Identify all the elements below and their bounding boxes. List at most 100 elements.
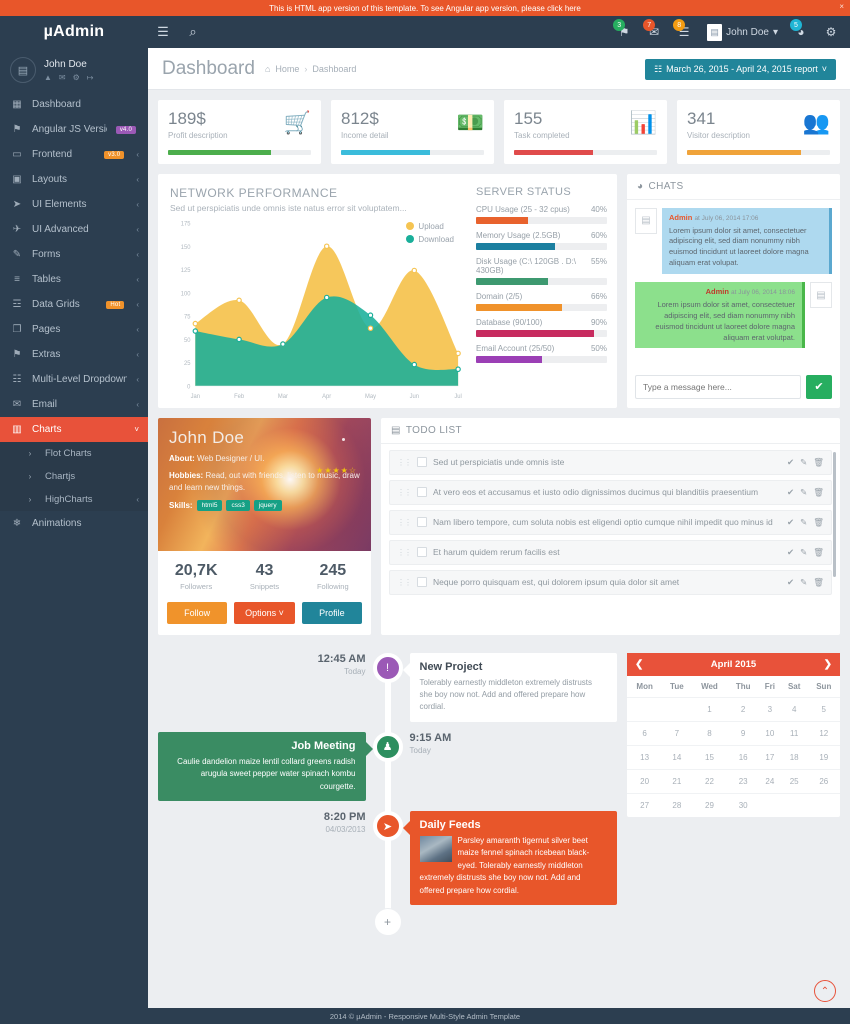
profile-button[interactable]: Profile: [301, 601, 362, 624]
submenu-link[interactable]: › Flot Charts: [0, 442, 148, 465]
calendar-day-cell[interactable]: 3: [758, 696, 781, 722]
sidebar-user[interactable]: ▤ John Doe ▲ ✉ ⚙ ↦: [0, 48, 148, 92]
todo-item[interactable]: ⋮⋮ Neque porro quisquam est, qui dolorem…: [389, 569, 832, 595]
calendar-day-cell[interactable]: 19: [807, 744, 840, 770]
calendar-day-cell[interactable]: 6: [627, 720, 663, 746]
delete-icon[interactable]: 🗑: [813, 487, 824, 498]
calendar-day-cell[interactable]: 28: [662, 792, 692, 817]
scroll-to-top-button[interactable]: ⌃: [814, 980, 836, 1002]
timeline-add-button[interactable]: +: [374, 908, 401, 935]
calendar-day-cell[interactable]: 24: [758, 768, 781, 794]
calendar-day-cell[interactable]: 9: [727, 720, 759, 746]
sidebar-link[interactable]: ❄ Animations: [0, 511, 148, 536]
sidebar-item-data-grids[interactable]: ☲ Data Grids Hot ‹: [0, 292, 148, 317]
envelope-icon[interactable]: 7 ✉: [639, 16, 669, 48]
edit-icon[interactable]: ✎: [800, 547, 807, 558]
sidebar-item-ui-elements[interactable]: ➤ UI Elements ‹: [0, 192, 148, 217]
sidebar-item-angular-js-version[interactable]: ⚑ Angular JS Version v4.0: [0, 117, 148, 142]
edit-icon[interactable]: ✎: [800, 517, 807, 528]
sidebar-item-extras[interactable]: ⚑ Extras ‹: [0, 342, 148, 367]
sidebar-item-dashboard[interactable]: ▦ Dashboard: [0, 92, 148, 117]
sidebar-link[interactable]: ☷ Multi-Level Dropdown ‹: [0, 367, 148, 392]
todo-item[interactable]: ⋮⋮ Nam libero tempore, cum soluta nobis …: [389, 509, 832, 535]
calendar-day-cell[interactable]: 30: [727, 792, 759, 817]
tasks-icon[interactable]: 8 ☰: [669, 16, 699, 48]
calendar-day-cell[interactable]: 20: [627, 768, 663, 794]
check-icon[interactable]: ✔: [787, 457, 794, 468]
delete-icon[interactable]: 🗑: [813, 517, 824, 528]
edit-icon[interactable]: ✎: [800, 487, 807, 498]
todo-checkbox[interactable]: [417, 577, 427, 588]
drag-handle-icon[interactable]: ⋮⋮: [397, 458, 412, 467]
sidebar-item-frontend[interactable]: ▭ Frontend v3.0 ‹: [0, 142, 148, 167]
bell-icon[interactable]: 3 ⚑: [609, 16, 639, 48]
sidebar-item-animations[interactable]: ❄ Animations: [0, 511, 148, 536]
logout-icon[interactable]: ↦: [87, 73, 94, 82]
todo-checkbox[interactable]: [417, 547, 427, 558]
calendar-day-cell[interactable]: 7: [662, 720, 692, 746]
calendar-day-cell[interactable]: 5: [807, 696, 840, 722]
delete-icon[interactable]: 🗑: [813, 577, 824, 588]
sidebar-toggle-icon[interactable]: ☰: [148, 16, 178, 48]
chat-send-button[interactable]: ✔: [806, 374, 832, 399]
calendar-day-cell[interactable]: 27: [627, 792, 663, 817]
sidebar-link[interactable]: ✎ Forms ‹: [0, 242, 148, 267]
calendar-day-cell[interactable]: 17: [758, 744, 781, 770]
search-icon[interactable]: ⌕: [178, 16, 208, 48]
check-icon[interactable]: ✔: [787, 577, 794, 588]
mail-icon[interactable]: ✉: [59, 73, 66, 82]
calendar-day-cell[interactable]: 21: [662, 768, 692, 794]
calendar-day-cell[interactable]: 12: [807, 720, 840, 746]
sidebar-link[interactable]: ▥ Charts ˅: [0, 417, 148, 442]
follow-button[interactable]: Follow: [167, 601, 228, 624]
calendar-day-cell[interactable]: 16: [727, 744, 759, 770]
todo-item[interactable]: ⋮⋮ At vero eos et accusamus et iusto odi…: [389, 479, 832, 505]
calendar-prev-button[interactable]: ❮: [635, 659, 643, 670]
sidebar-item-layouts[interactable]: ▣ Layouts ‹: [0, 167, 148, 192]
todo-item[interactable]: ⋮⋮ Sed ut perspiciatis unde omnis iste ✔…: [389, 449, 832, 475]
sidebar-link[interactable]: ⚑ Angular JS Version v4.0: [0, 117, 148, 142]
submenu-item-flot-charts[interactable]: › Flot Charts: [0, 442, 148, 465]
todo-checkbox[interactable]: [417, 487, 427, 498]
calendar-day-cell[interactable]: 10: [758, 720, 781, 746]
edit-icon[interactable]: ✎: [800, 457, 807, 468]
calendar-day-cell[interactable]: 4: [780, 696, 808, 722]
sidebar-link[interactable]: ❐ Pages ‹: [0, 317, 148, 342]
calendar-day-cell[interactable]: 15: [691, 744, 728, 770]
todo-scrollbar[interactable]: [833, 451, 836, 577]
sidebar-item-charts[interactable]: ▥ Charts ˅: [0, 417, 148, 442]
sidebar-link[interactable]: ➤ UI Elements ‹: [0, 192, 148, 217]
sidebar-link[interactable]: ▭ Frontend v3.0 ‹: [0, 142, 148, 167]
calendar-day-cell[interactable]: 29: [691, 792, 728, 817]
chat-message-input[interactable]: [635, 374, 801, 399]
drag-handle-icon[interactable]: ⋮⋮: [397, 578, 412, 587]
gear-icon[interactable]: ⚙: [816, 16, 846, 48]
sidebar-item-pages[interactable]: ❐ Pages ‹: [0, 317, 148, 342]
check-icon[interactable]: ✔: [787, 547, 794, 558]
brand-logo[interactable]: µAdmin: [0, 16, 148, 48]
sidebar-item-tables[interactable]: ≡ Tables ‹: [0, 267, 148, 292]
todo-checkbox[interactable]: [417, 457, 427, 468]
calendar-day-cell[interactable]: 11: [780, 720, 808, 746]
sidebar-link[interactable]: ⚑ Extras ‹: [0, 342, 148, 367]
sidebar-link[interactable]: ≡ Tables ‹: [0, 267, 148, 292]
submenu-link[interactable]: › HighCharts ‹: [0, 488, 148, 511]
calendar-day-cell[interactable]: 26: [807, 768, 840, 794]
home-icon[interactable]: ⌂: [265, 64, 270, 74]
sidebar-link[interactable]: ✉ Email ‹: [0, 392, 148, 417]
sidebar-link[interactable]: ▣ Layouts ‹: [0, 167, 148, 192]
calendar-day-cell[interactable]: 22: [691, 768, 728, 794]
submenu-item-highcharts[interactable]: › HighCharts ‹: [0, 488, 148, 511]
sidebar-item-forms[interactable]: ✎ Forms ‹: [0, 242, 148, 267]
edit-icon[interactable]: ✎: [800, 577, 807, 588]
drag-handle-icon[interactable]: ⋮⋮: [397, 518, 412, 527]
delete-icon[interactable]: 🗑: [813, 547, 824, 558]
check-icon[interactable]: ✔: [787, 487, 794, 498]
calendar-day-cell[interactable]: 2: [727, 696, 759, 722]
todo-checkbox[interactable]: [417, 517, 427, 528]
sidebar-link[interactable]: ☲ Data Grids Hot ‹: [0, 292, 148, 317]
sidebar-item-email[interactable]: ✉ Email ‹: [0, 392, 148, 417]
delete-icon[interactable]: 🗑: [813, 457, 824, 468]
calendar-day-cell[interactable]: 13: [627, 744, 663, 770]
check-icon[interactable]: ✔: [787, 517, 794, 528]
